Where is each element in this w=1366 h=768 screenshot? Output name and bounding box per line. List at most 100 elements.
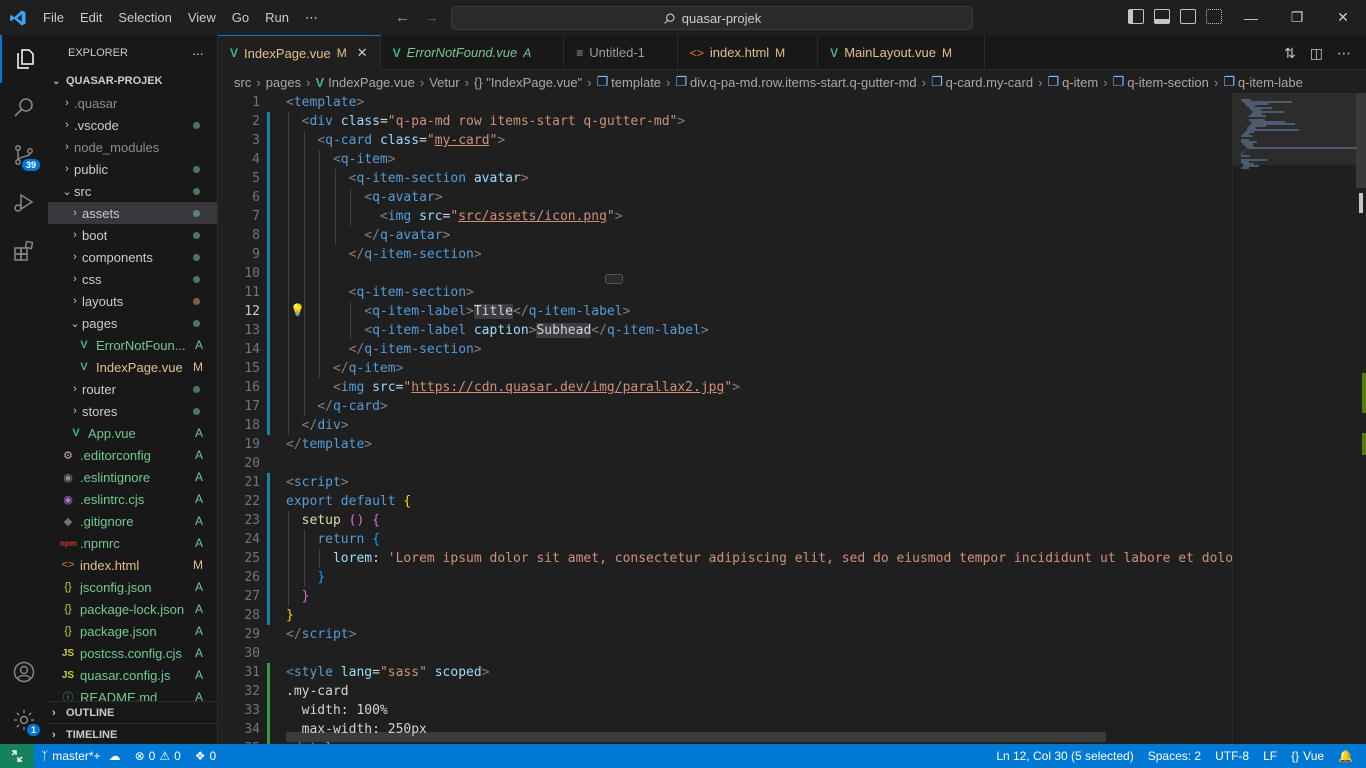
restore-button[interactable]: ❐ [1274, 0, 1320, 35]
code-line[interactable]: 4 <q-item> [218, 150, 1232, 169]
tree-item[interactable]: › public [48, 158, 217, 180]
code-line[interactable]: 30 [218, 644, 1232, 663]
code-line[interactable]: 34 max-width: 250px [218, 720, 1232, 739]
ports-status[interactable]: ❖ 0 [188, 749, 223, 763]
code-line[interactable]: 32 .my-card [218, 682, 1232, 701]
code-line[interactable]: 1 <template> [218, 93, 1232, 112]
forward-arrow-icon[interactable]: → [424, 9, 439, 26]
manage-gear-icon[interactable]: 1 [0, 696, 48, 744]
menu-item[interactable]: File [35, 0, 72, 35]
code-line[interactable]: 12 <q-item-label>Title</q-item-label> [218, 302, 1232, 321]
split-editor-icon[interactable]: ◫ [1310, 45, 1323, 62]
remote-indicator[interactable] [0, 744, 34, 768]
problems-status[interactable]: ⊗ 0 ⚠ 0 [128, 749, 188, 763]
breadcrumb-item[interactable]: template [611, 75, 661, 90]
breadcrumb-item[interactable]: {} "IndexPage.vue" [474, 75, 582, 90]
code-line[interactable]: 22 export default { [218, 492, 1232, 511]
breadcrumb-item[interactable]: q-item-section [1127, 75, 1209, 90]
code-line[interactable]: 25 lorem: 'Lorem ipsum dolor sit amet, c… [218, 549, 1232, 568]
code-line[interactable]: 28} [218, 606, 1232, 625]
code-line[interactable]: 27 } [218, 587, 1232, 606]
tree-item[interactable]: V ErrorNotFoun... A [48, 334, 217, 356]
close-icon[interactable]: ✕ [357, 45, 368, 61]
code-line[interactable]: 3 <q-card class="my-card"> [218, 131, 1232, 150]
code-line[interactable]: 11 <q-item-section> [218, 283, 1232, 302]
tree-item[interactable]: › .vscode [48, 114, 217, 136]
code-line[interactable]: 23 setup () { [218, 511, 1232, 530]
editor-tab[interactable]: ≡ Untitled-1 [564, 35, 678, 70]
menu-item[interactable]: Go [224, 0, 257, 35]
menu-item[interactable]: ⋯ [297, 0, 326, 35]
tree-item[interactable]: ◆ .gitignore A [48, 510, 217, 532]
code-line[interactable]: 24 return { [218, 530, 1232, 549]
run-debug-icon[interactable] [0, 179, 48, 227]
source-control-icon[interactable]: 39 [0, 131, 48, 179]
toggle-secondary-sidebar-icon[interactable] [1180, 9, 1196, 24]
tree-item[interactable]: ⌄ src [48, 180, 217, 202]
code-line[interactable]: 13 <q-item-label caption>Subhead</q-item… [218, 321, 1232, 340]
code-line[interactable]: 17 </q-card> [218, 397, 1232, 416]
code-line[interactable]: 31 <style lang="sass" scoped> [218, 663, 1232, 682]
code-editor[interactable]: 1 <template> 2 <div class="q-pa-md row ite… [218, 93, 1232, 744]
command-center[interactable]: quasar-projek [451, 6, 973, 30]
language-mode[interactable]: {} Vue [1284, 749, 1331, 763]
code-line[interactable]: 10 [218, 264, 1232, 283]
tree-item[interactable]: › assets [48, 202, 217, 224]
breadcrumb-item[interactable]: q-card.my-card [946, 75, 1033, 90]
minimap[interactable] [1232, 93, 1366, 744]
code-line[interactable]: 14 </q-item-section> [218, 340, 1232, 359]
code-line[interactable]: 6 <q-avatar> [218, 188, 1232, 207]
tree-item[interactable]: ⌄ pages [48, 312, 217, 334]
indentation[interactable]: Spaces: 2 [1141, 749, 1208, 763]
notifications-bell-icon[interactable]: 🔔 [1331, 749, 1360, 763]
breadcrumb-item[interactable]: pages [266, 75, 301, 90]
lightbulb-icon[interactable]: 💡 [290, 303, 305, 317]
tree-item[interactable]: › components [48, 246, 217, 268]
breadcrumb-item[interactable]: q-item-labe [1238, 75, 1303, 90]
encoding[interactable]: UTF-8 [1208, 749, 1256, 763]
tree-item[interactable]: ⚙ .editorconfig A [48, 444, 217, 466]
tree-item[interactable]: › node_modules [48, 136, 217, 158]
vertical-scrollbar-thumb[interactable] [1356, 93, 1366, 188]
code-line[interactable]: 15 </q-item> [218, 359, 1232, 378]
code-line[interactable]: 20 [218, 454, 1232, 473]
tree-item[interactable]: {} package.json A [48, 620, 217, 642]
editor-tab[interactable]: V ErrorNotFound.vue A [381, 35, 565, 70]
tree-item[interactable]: npm .npmrc A [48, 532, 217, 554]
tree-item[interactable]: › boot [48, 224, 217, 246]
tree-item[interactable]: {} jsconfig.json A [48, 576, 217, 598]
timeline-section[interactable]: › TIMELINE [48, 723, 217, 744]
explorer-more-button[interactable]: ··· [192, 45, 204, 61]
extensions-icon[interactable] [0, 227, 48, 275]
tree-item[interactable]: › stores [48, 400, 217, 422]
tree-item[interactable]: ◉ .eslintignore A [48, 466, 217, 488]
code-line[interactable]: 8 </q-avatar> [218, 226, 1232, 245]
code-line[interactable]: 26 } [218, 568, 1232, 587]
tree-item[interactable]: JS postcss.config.cjs A [48, 642, 217, 664]
code-line[interactable]: 16 <img src="https://cdn.quasar.dev/img/… [218, 378, 1232, 397]
breadcrumb-item[interactable]: q-item [1062, 75, 1098, 90]
tree-item[interactable]: ◉ .eslintrc.cjs A [48, 488, 217, 510]
tree-item[interactable]: V App.vue A [48, 422, 217, 444]
workspace-folder-header[interactable]: ⌄ QUASAR-PROJEK [48, 70, 217, 92]
toggle-primary-sidebar-icon[interactable] [1128, 9, 1144, 24]
breadcrumb-item[interactable]: IndexPage.vue [328, 75, 415, 90]
menu-item[interactable]: Selection [110, 0, 179, 35]
more-actions-icon[interactable]: ⋯ [1337, 45, 1351, 62]
code-line[interactable]: 29 </script> [218, 625, 1232, 644]
editor-tab[interactable]: V MainLayout.vue M [818, 35, 985, 70]
close-window-button[interactable]: ✕ [1320, 0, 1366, 35]
menu-item[interactable]: Run [257, 0, 297, 35]
menu-item[interactable]: View [180, 0, 224, 35]
code-line[interactable]: 33 width: 100% [218, 701, 1232, 720]
code-line[interactable]: 7 <img src="src/assets/icon.png"> [218, 207, 1232, 226]
code-line[interactable]: 18 </div> [218, 416, 1232, 435]
tree-item[interactable]: › css [48, 268, 217, 290]
tree-item[interactable]: V IndexPage.vue M [48, 356, 217, 378]
editor-tab[interactable]: <> index.html M [678, 35, 819, 70]
tree-item[interactable]: JS quasar.config.js A [48, 664, 217, 686]
code-line[interactable]: 2 <div class="q-pa-md row items-start q-… [218, 112, 1232, 131]
accounts-icon[interactable] [0, 648, 48, 696]
search-icon[interactable] [0, 83, 48, 131]
open-changes-icon[interactable]: ⇅ [1284, 45, 1296, 62]
